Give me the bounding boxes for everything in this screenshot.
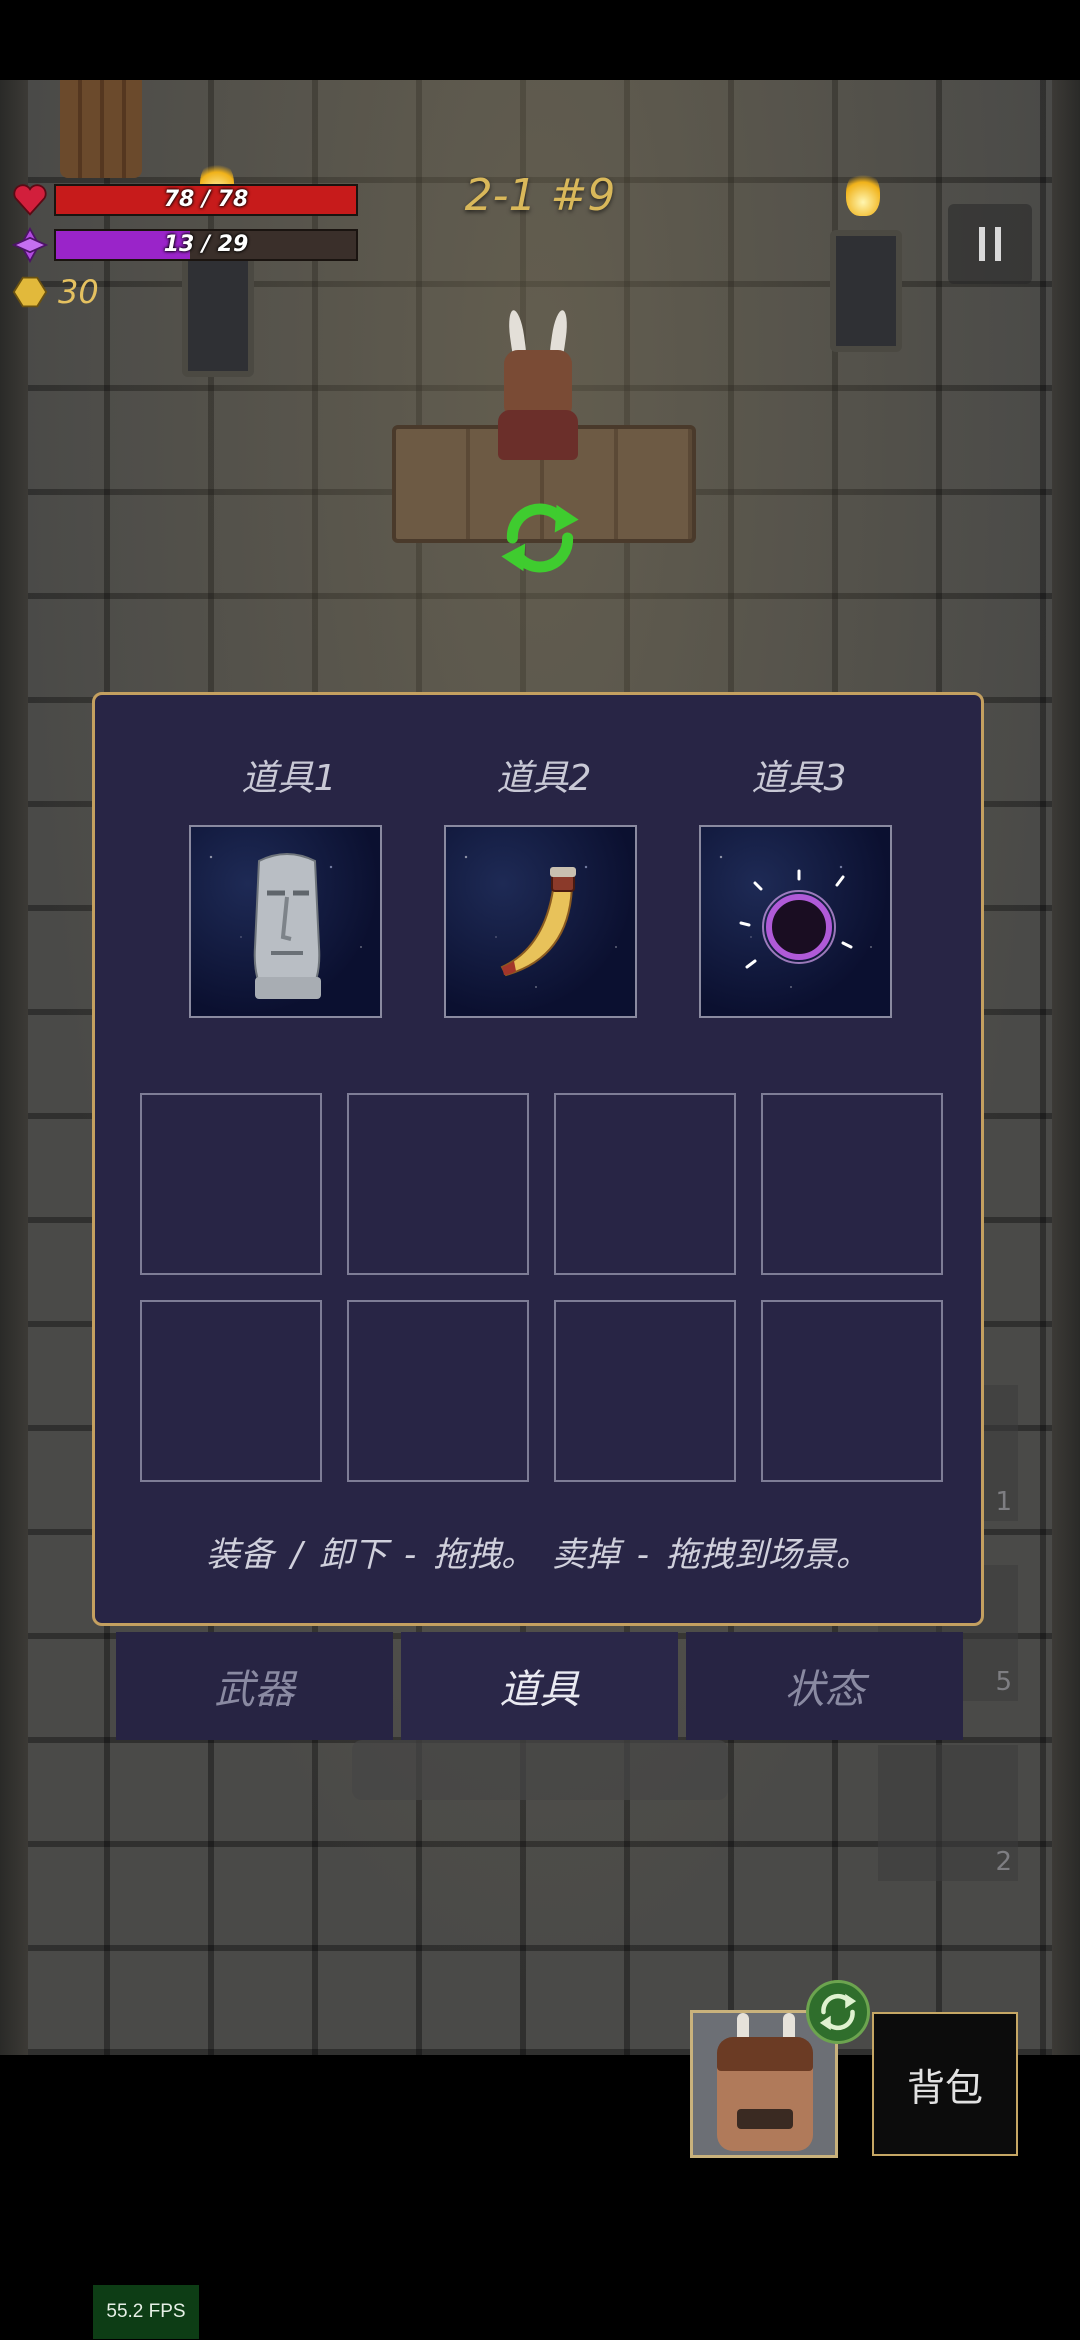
bag-slot[interactable]: [761, 1093, 943, 1275]
shop-item-count: 2: [995, 1847, 1012, 1877]
tab-label: 道具: [499, 1667, 580, 1713]
flame-right: [846, 170, 880, 216]
tab-items[interactable]: 道具: [401, 1632, 678, 1740]
shop-refresh-icon[interactable]: [494, 492, 586, 584]
stone-pedestal: [352, 1740, 728, 1800]
merchant-character[interactable]: [488, 310, 588, 460]
shop-item-count: 1: [995, 1487, 1012, 1517]
fps-counter: 55.2 FPS: [93, 2285, 199, 2339]
torch-pillar-left: [182, 255, 254, 377]
hp-row: 78 / 78: [12, 180, 358, 220]
torch-pillar-right: [830, 230, 902, 352]
moai-statue-icon[interactable]: [191, 827, 382, 1018]
hero-beard: [737, 2109, 793, 2129]
hp-text: 78 / 78: [163, 187, 249, 212]
inventory-panel: 道具1 道具2 道具3 装备 / 卸下 - 拖拽。 卖掉 - 拖拽到场景。: [92, 692, 984, 1626]
equip-slot-2[interactable]: [444, 825, 637, 1018]
equip-slot-title: 道具1: [241, 758, 337, 799]
bag-slot[interactable]: [347, 1093, 529, 1275]
bag-slot[interactable]: [140, 1093, 322, 1275]
inventory-hint: 装备 / 卸下 - 拖拽。 卖掉 - 拖拽到场景。: [206, 1535, 870, 1575]
tab-label: 武器: [214, 1667, 295, 1713]
equip-slot-1[interactable]: [189, 825, 382, 1018]
bag-slot[interactable]: [761, 1300, 943, 1482]
wall-left: [0, 80, 28, 2055]
equip-slot-3[interactable]: [699, 825, 892, 1018]
tab-status[interactable]: 状态: [686, 1632, 963, 1740]
bag-slot[interactable]: [347, 1300, 529, 1482]
gold-amount: 30: [58, 273, 99, 311]
shop-item-ghost[interactable]: 2: [878, 1745, 1018, 1881]
backpack-label: 背包: [906, 2065, 983, 2110]
heart-icon: [13, 184, 47, 216]
horn-icon[interactable]: [446, 827, 637, 1018]
wooden-door: [60, 80, 142, 178]
bag-slot[interactable]: [554, 1300, 736, 1482]
mana-row: 13 / 29: [12, 225, 358, 265]
wall-right: [1052, 80, 1080, 2055]
tab-label: 状态: [784, 1667, 865, 1713]
merchant-body: [498, 410, 578, 460]
gold-row: 30: [12, 272, 99, 312]
swap-refresh-icon: [819, 1993, 857, 2031]
shop-item-count: 5: [995, 1667, 1012, 1697]
hero-hair: [717, 2037, 813, 2071]
hp-bar: 78 / 78: [54, 184, 358, 216]
mana-text: 13 / 29: [163, 232, 249, 257]
pause-icon: [979, 227, 985, 261]
bag-slot[interactable]: [140, 1300, 322, 1482]
swap-character-button[interactable]: [806, 1980, 870, 2044]
dark-portal-icon[interactable]: [701, 827, 892, 1018]
equip-slot-title: 道具2: [496, 758, 592, 799]
level-indicator: 2-1 #9: [464, 170, 616, 221]
equip-slot-title: 道具3: [751, 758, 847, 799]
pause-button[interactable]: [948, 204, 1032, 284]
pause-icon: [995, 227, 1001, 261]
tab-weapons[interactable]: 武器: [116, 1632, 393, 1740]
backpack-button[interactable]: 背包: [872, 2012, 1018, 2156]
coin-icon: [12, 276, 48, 308]
bag-slot[interactable]: [554, 1093, 736, 1275]
mana-crystal-icon: [12, 227, 48, 263]
top-letterbox: [0, 0, 1080, 80]
mana-bar: 13 / 29: [54, 229, 358, 261]
